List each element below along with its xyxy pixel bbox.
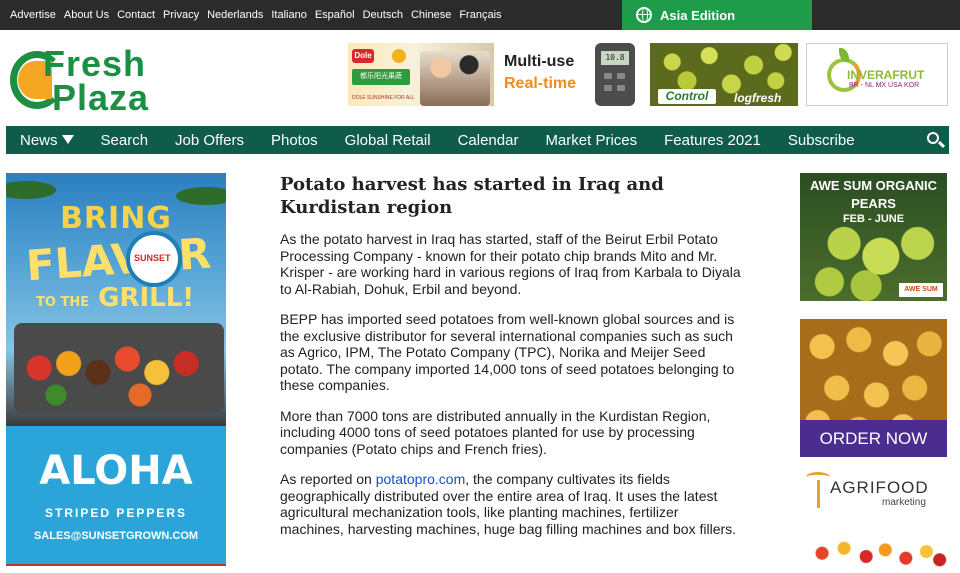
sunset-logo: SUNSET [126,231,182,287]
article-paragraph-2: BEPP has imported seed potatoes from wel… [280,311,735,393]
top-bar: Advertise About Us Contact Privacy Neder… [0,0,960,30]
fruit-ad[interactable] [800,540,947,573]
sun-icon [392,49,406,63]
palm-leaf [6,181,56,199]
edition-label: Asia Edition [660,7,736,23]
top-link-chinese[interactable]: Chinese [411,9,451,21]
dole-photo [420,51,490,106]
pears-line-2: PEARS [851,196,896,211]
nav-calendar[interactable]: Calendar [458,132,519,149]
palm-tree-icon [806,468,830,508]
logger-device-image: 10.8 [595,43,635,106]
nav-job-offers[interactable]: Job Offers [175,132,244,149]
nav-news[interactable]: News [20,132,74,149]
top-link-italiano[interactable]: Italiano [271,9,306,21]
logfresh-banner-ad[interactable]: Control logfresh [650,43,798,106]
device-button [617,73,625,79]
dole-chinese-text: 都乐阳光果蔬 [352,69,410,85]
awesum-pears-ad[interactable]: AWE SUM ORGANIC PEARS FEB - JUNE AWE SUM [800,173,947,301]
aloha-ad-bottom: ALOHA STRIPED PEPPERS SALES@SUNSETGROWN.… [6,426,226,566]
palm-trunk [817,480,820,508]
asia-edition-button[interactable]: Asia Edition [622,0,812,30]
article-title: Potato harvest has started in Iraq and K… [280,174,664,218]
top-link-privacy[interactable]: Privacy [163,9,199,21]
grill-ad-top: BRING FLAVOR SUNSET TO THE GRILL! [6,173,226,426]
top-link-francais[interactable]: Français [459,9,501,21]
device-button [617,85,625,91]
ad-text-sales-email: SALES@SUNSETGROWN.COM [33,530,199,542]
nav-features-2021[interactable]: Features 2021 [664,132,761,149]
order-now-ad[interactable]: ORDER NOW [800,319,947,457]
top-links: Advertise About Us Contact Privacy Neder… [10,9,510,21]
order-now-button[interactable]: ORDER NOW [800,420,947,457]
article: Potato harvest has started in Iraq and K… [280,173,742,551]
nav-global-retail[interactable]: Global Retail [345,132,431,149]
ad-text-striped-peppers: STRIPED PEPPERS [44,506,188,520]
awesum-logo: AWE SUM [899,283,943,297]
dole-banner-ad[interactable]: Dole 都乐阳光果蔬 DOLE SUNSHINE FOR ALL [348,43,494,106]
agrifood-subtitle: marketing [882,497,926,508]
nav-search[interactable]: Search [101,132,149,149]
pears-ad-headline: AWE SUM ORGANIC PEARS [800,177,947,213]
ad-text-flavor: FLAVOR [24,228,213,291]
dole-subtext: DOLE SUNSHINE FOR ALL [352,95,415,101]
control-label: Control [658,89,716,104]
paragraph-4-prefix: As reported on [280,471,376,487]
top-link-nederlands[interactable]: Nederlands [207,9,263,21]
article-paragraph-3: More than 7000 tons are distributed annu… [280,407,711,457]
main-nav: News Search Job Offers Photos Global Ret… [6,126,949,154]
ad-text-to-the: TO THE [36,295,90,310]
realtime-headline: Real-time [504,75,577,92]
top-link-espanol[interactable]: Español [315,9,355,21]
dole-logo: Dole [352,49,374,63]
inverafrut-countries: BR - NL MX USA KOR [849,82,920,89]
top-link-about-us[interactable]: About Us [64,9,109,21]
logfresh-label: logfresh [734,91,782,105]
nav-market-prices[interactable]: Market Prices [545,132,637,149]
multiuse-headline: Multi-use [504,53,575,70]
pears-season: FEB - JUNE [842,213,905,225]
logo-text-plaza: Plaza [52,77,150,118]
top-link-contact[interactable]: Contact [117,9,155,21]
ad-text-grill: TO THE GRILL! [36,283,194,313]
inverafrut-name: INVERAFRUT [847,68,925,82]
pears-line-1: AWE SUM ORGANIC [809,178,938,193]
device-button [604,73,612,79]
top-link-deutsch[interactable]: Deutsch [363,9,403,21]
ad-text-grill-word: GRILL! [98,283,195,313]
device-button [604,85,612,91]
article-paragraph-1: As the potato harvest in Iraq has starte… [280,231,741,297]
globe-icon [636,7,652,23]
divider [6,564,226,566]
dropdown-arrow-icon [61,134,74,144]
agrifood-marketing-ad[interactable]: AGRIFOOD marketing [800,466,947,514]
potatopro-link[interactable]: potatopro.com [376,471,466,487]
agrifood-title: AGRIFOOD [830,478,929,497]
article-paragraph-4: As reported on potatopro.com, the compan… [280,471,742,537]
search-icon[interactable] [927,132,939,144]
ad-text-aloha: ALOHA [39,448,193,494]
skewers-photo [14,323,224,413]
nav-news-label: News [20,131,58,149]
inverafrut-banner-ad[interactable]: INVERAFRUT BR - NL MX USA KOR [806,43,948,106]
sunset-left-ad[interactable]: BRING FLAVOR SUNSET TO THE GRILL! ALOHA … [6,173,226,566]
freshplaza-logo[interactable]: Fresh Plaza [10,43,170,118]
sunset-logo-text: SUNSET [134,253,171,263]
multiuse-banner-ad[interactable]: Multi-use Real-time 10.8 [500,43,640,106]
top-link-advertise[interactable]: Advertise [10,9,56,21]
nav-photos[interactable]: Photos [271,132,318,149]
nav-subscribe[interactable]: Subscribe [788,132,855,149]
device-screen: 10.8 [601,51,629,65]
